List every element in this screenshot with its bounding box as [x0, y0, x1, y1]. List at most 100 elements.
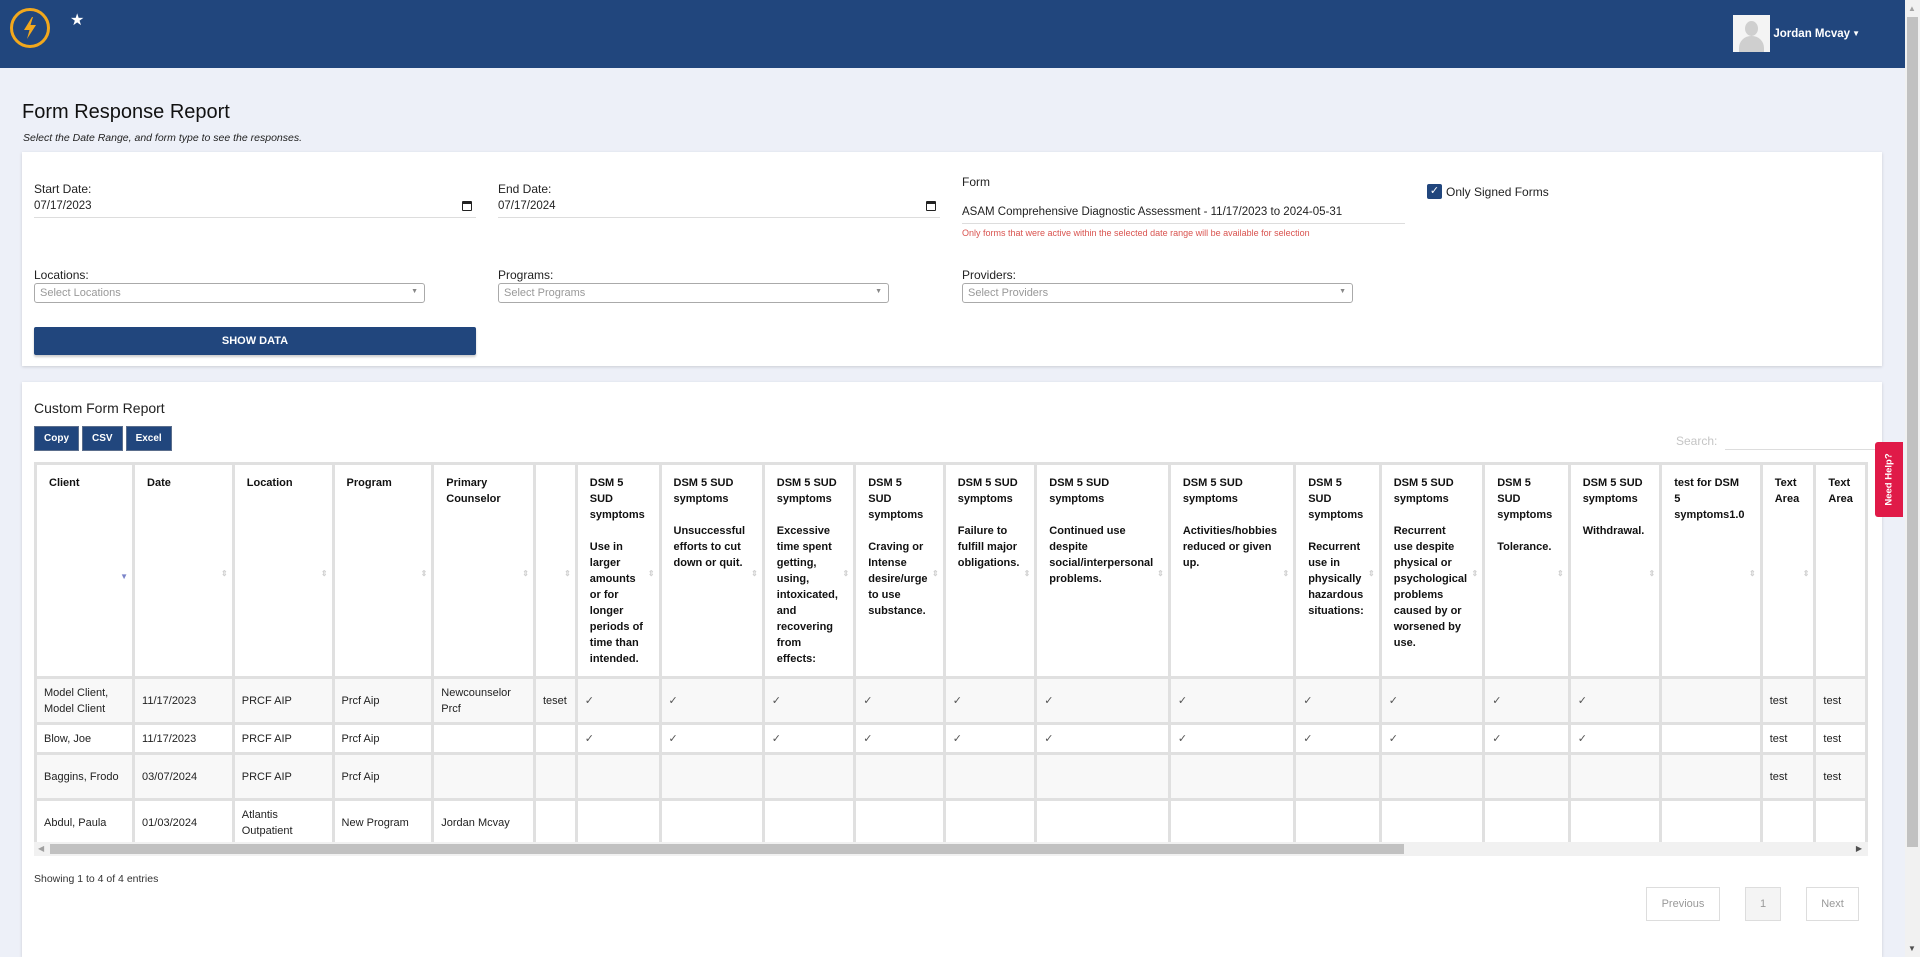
table-cell: [431, 722, 536, 755]
table-cell: Atlantis Outpatient: [231, 798, 335, 842]
sort-icon[interactable]: ⇕: [1283, 566, 1290, 582]
table-cell: [1659, 722, 1763, 755]
scroll-right-icon[interactable]: ▶: [1856, 844, 1862, 853]
previous-page-button[interactable]: Previous: [1646, 887, 1720, 921]
scrollbar-thumb[interactable]: [1907, 17, 1918, 847]
sort-icon[interactable]: ⇕: [648, 566, 655, 582]
sort-icon[interactable]: ⇕: [522, 566, 529, 582]
column-header[interactable]: Text Area ⇕: [1759, 462, 1817, 679]
table-row[interactable]: Abdul, Paula 01/03/2024 Atlantis Outpatien…: [34, 798, 1868, 842]
star-icon[interactable]: ★: [70, 13, 84, 29]
column-header[interactable]: DSM 5 SUD symptoms Excessive time spent …: [761, 462, 857, 679]
scroll-left-icon[interactable]: ◀: [38, 844, 44, 853]
sort-icon[interactable]: ⇕: [843, 566, 850, 582]
column-header-label: DSM 5 SUD symptoms Recurrent use despite…: [1393, 477, 1468, 649]
page-1-button[interactable]: 1: [1745, 887, 1781, 921]
start-date-input[interactable]: 07/17/2023: [34, 196, 476, 218]
report-table-container: Client ▼ Date ⇕ Location ⇕ Program ⇕ Primary Cou…: [34, 462, 1868, 842]
sort-icon[interactable]: ⇕: [1749, 566, 1756, 582]
locations-select[interactable]: Select Locations ▼: [34, 283, 425, 303]
column-header-label: Primary Counselor: [446, 477, 501, 505]
scrollbar-thumb[interactable]: [50, 844, 1404, 854]
table-cell: test: [1759, 676, 1817, 725]
need-help-tab[interactable]: Need Help?: [1875, 442, 1903, 517]
column-header[interactable]: DSM 5 SUD symptoms Activities/hobbies re…: [1167, 462, 1297, 679]
checkmark-icon: ✓: [1034, 722, 1171, 755]
sort-icon[interactable]: ⇕: [1472, 566, 1479, 582]
checkmark-icon: ✓: [1293, 676, 1382, 725]
end-date-input[interactable]: 07/17/2024: [498, 196, 940, 218]
end-date-value: 07/17/2024: [498, 200, 556, 212]
sort-icon[interactable]: ⇕: [1803, 566, 1810, 582]
table-cell: test: [1813, 676, 1868, 725]
sort-icon[interactable]: ⇕: [1557, 566, 1564, 582]
excel-button[interactable]: Excel: [125, 426, 172, 451]
programs-select[interactable]: Select Programs ▼: [498, 283, 889, 303]
programs-placeholder: Select Programs: [504, 287, 586, 299]
table-row[interactable]: Blow, Joe 11/17/2023 PRCF AIP Prcf Aip ✓ ✓ ✓ ✓ ✓…: [34, 722, 1868, 755]
lightning-bolt-icon[interactable]: [10, 8, 50, 48]
copy-button[interactable]: Copy: [34, 426, 79, 451]
column-header[interactable]: Location ⇕: [231, 462, 335, 679]
column-header[interactable]: DSM 5 SUD symptoms Use in larger amounts…: [574, 462, 662, 679]
column-header[interactable]: DSM 5 SUD symptoms Withdrawal. ⇕: [1567, 462, 1663, 679]
providers-select[interactable]: Select Providers ▼: [962, 283, 1353, 303]
table-cell: [1567, 752, 1663, 801]
table-cell: [1034, 798, 1171, 842]
sort-icon[interactable]: ⇕: [321, 566, 328, 582]
checkmark-icon: ✓: [1482, 722, 1571, 755]
calendar-icon[interactable]: [462, 201, 472, 211]
next-page-button[interactable]: Next: [1806, 887, 1859, 921]
sort-icon[interactable]: ⇕: [1368, 566, 1375, 582]
table-horizontal-scrollbar[interactable]: ◀ ▶: [34, 842, 1868, 856]
column-header[interactable]: ⇕: [532, 462, 578, 679]
column-header[interactable]: test for DSM 5 symptoms1.0 ⇕: [1659, 462, 1763, 679]
calendar-icon[interactable]: [926, 201, 936, 211]
sort-icon[interactable]: ⇕: [932, 566, 939, 582]
table-cell: [1659, 798, 1763, 842]
column-header[interactable]: Primary Counselor ⇕: [431, 462, 536, 679]
column-header[interactable]: DSM 5 SUD symptoms Recurrent use despite…: [1378, 462, 1486, 679]
table-cell: 03/07/2024: [132, 752, 235, 801]
column-header[interactable]: Program ⇕: [331, 462, 435, 679]
checkmark-icon: ✓: [1378, 722, 1486, 755]
column-header[interactable]: DSM 5 SUD symptoms Failure to fulfill ma…: [942, 462, 1038, 679]
checkbox-checked-icon[interactable]: ✓: [1427, 184, 1442, 199]
sort-icon[interactable]: ⇕: [564, 566, 571, 582]
column-header[interactable]: Text Area: [1813, 462, 1868, 679]
table-cell: New Program: [331, 798, 435, 842]
table-row[interactable]: Model Client, Model Client 11/17/2023 PRCF…: [34, 676, 1868, 725]
scroll-down-icon[interactable]: ▼: [1908, 944, 1916, 953]
column-header[interactable]: Client ▼: [34, 462, 136, 679]
programs-label: Programs:: [498, 268, 554, 282]
column-header[interactable]: DSM 5 SUD symptoms Continued use despite…: [1034, 462, 1171, 679]
sort-icon[interactable]: ⇕: [421, 566, 428, 582]
user-menu[interactable]: Jordan Mcvay ▼: [1733, 15, 1860, 52]
scroll-up-icon[interactable]: ▲: [1908, 4, 1916, 13]
sort-icon[interactable]: ⇕: [1157, 566, 1164, 582]
sort-icon[interactable]: ⇕: [1649, 566, 1656, 582]
show-data-button[interactable]: SHOW DATA: [34, 327, 476, 355]
checkmark-icon: ✓: [1034, 676, 1171, 725]
csv-button[interactable]: CSV: [82, 426, 123, 451]
form-select[interactable]: ASAM Comprehensive Diagnostic Assessment…: [962, 202, 1405, 224]
table-cell: test: [1813, 752, 1868, 801]
table-cell: Newcounselor Prcf: [431, 676, 536, 725]
table-row[interactable]: Baggins, Frodo 03/07/2024 PRCF AIP Prcf Aip…: [34, 752, 1868, 801]
avatar: [1733, 15, 1771, 52]
sort-icon[interactable]: ⇕: [751, 566, 758, 582]
column-header[interactable]: DSM 5 SUD symptoms Unsuccessful efforts …: [658, 462, 765, 679]
column-header[interactable]: Date ⇕: [132, 462, 235, 679]
search-input[interactable]: [1725, 432, 1876, 450]
column-header[interactable]: DSM 5 SUD symptoms Recurrent use in phys…: [1293, 462, 1382, 679]
table-cell: [574, 752, 662, 801]
checkmark-icon: ✓: [1293, 722, 1382, 755]
column-header[interactable]: DSM 5 SUD symptoms Tolerance. ⇕: [1482, 462, 1571, 679]
column-header[interactable]: DSM 5 SUD symptoms Craving or Intense de…: [853, 462, 946, 679]
page-scrollbar[interactable]: ▲ ▼: [1905, 0, 1920, 957]
sort-icon[interactable]: ⇕: [1024, 566, 1031, 582]
sort-descending-icon[interactable]: ▼: [120, 569, 128, 585]
sort-icon[interactable]: ⇕: [221, 566, 228, 582]
only-signed-forms-checkbox[interactable]: ✓ Only Signed Forms: [1427, 184, 1549, 199]
column-header-label: test for DSM 5 symptoms1.0: [1674, 477, 1745, 521]
